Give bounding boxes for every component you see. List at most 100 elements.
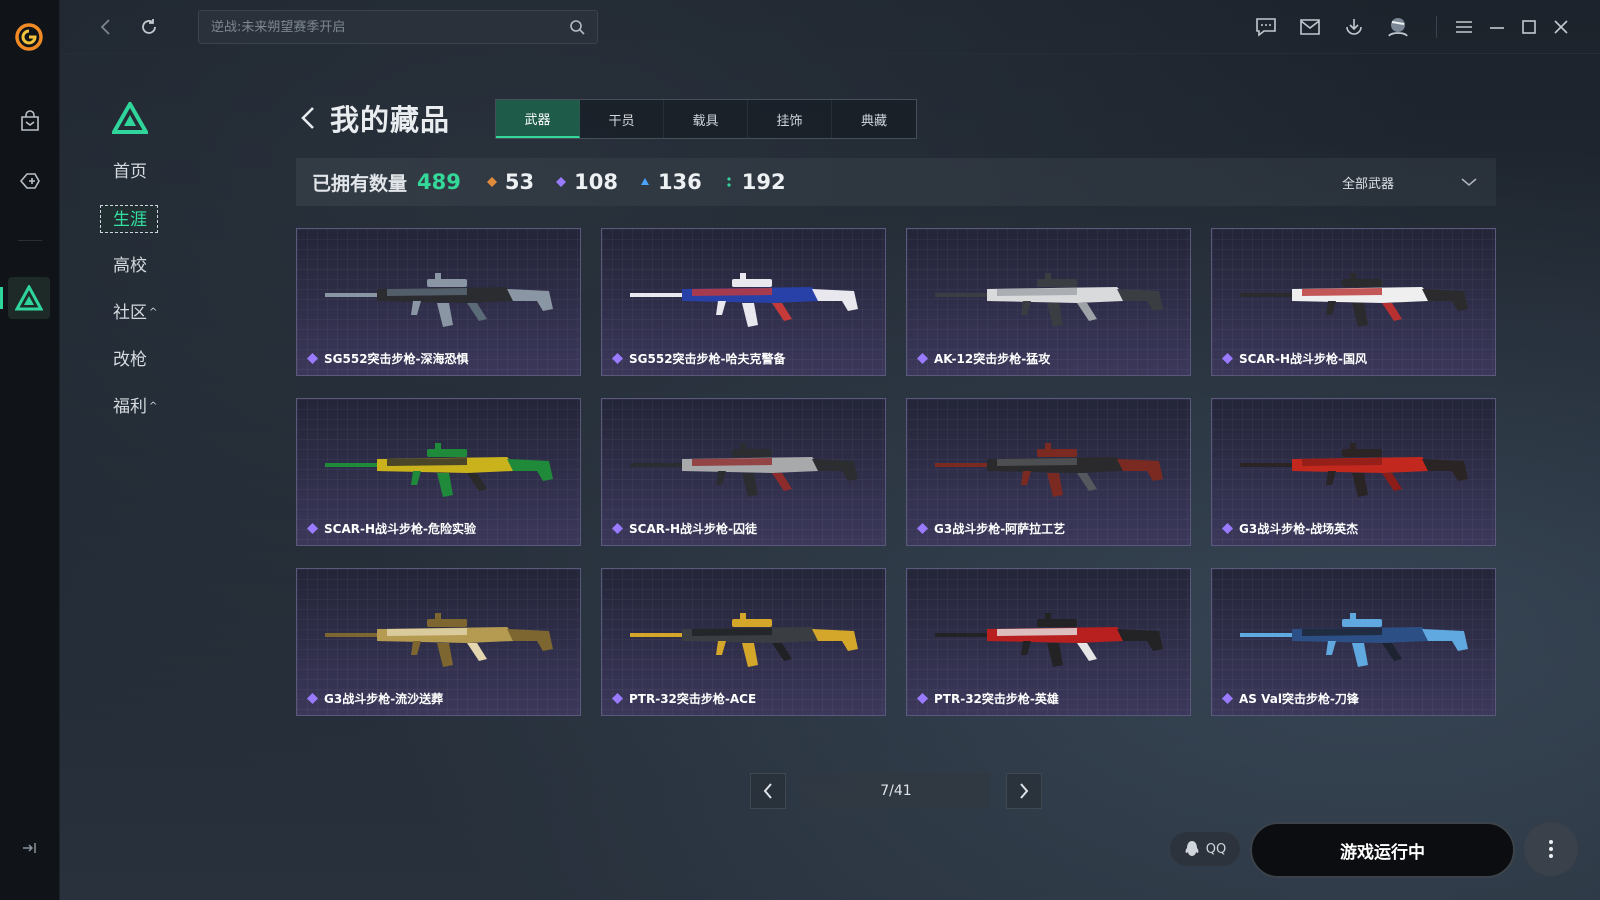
user-icon[interactable] xyxy=(1385,14,1411,40)
rarity-purple-icon xyxy=(1222,353,1233,364)
nav-item-community[interactable]: 社区 ^ xyxy=(100,299,220,327)
more-options-icon[interactable] xyxy=(1524,822,1578,876)
chevron-up-icon: ^ xyxy=(149,307,158,318)
weapon-card[interactable]: PTR-32突击步枪-英雄 xyxy=(906,568,1191,716)
rarity-count-value: 136 xyxy=(657,170,702,194)
chat-icon[interactable] xyxy=(1253,14,1279,40)
weapon-name: G3战斗步枪-战场英杰 xyxy=(1222,520,1358,537)
weapon-rifle-icon xyxy=(325,443,553,497)
mail-icon[interactable] xyxy=(1297,14,1323,40)
weapon-rifle-icon xyxy=(935,613,1163,667)
weapon-card[interactable]: AK-12突击步枪-猛攻 xyxy=(906,228,1191,376)
download-icon[interactable] xyxy=(1341,14,1367,40)
tab-vehicles[interactable]: 载具 xyxy=(664,100,748,138)
weapon-card[interactable]: SG552突击步枪-深海恐惧 xyxy=(296,228,581,376)
store-bag-icon[interactable] xyxy=(15,106,45,136)
weapon-rifle-icon xyxy=(935,273,1163,327)
owned-count-label: 已拥有数量 xyxy=(312,172,408,195)
game-running-button[interactable]: 游戏运行中 xyxy=(1250,822,1515,878)
nav-item-career[interactable]: 生涯 xyxy=(100,205,158,233)
back-chevron-icon[interactable] xyxy=(296,103,320,133)
weapon-name-label: AS Val突击步枪-刀锋 xyxy=(1239,692,1359,706)
weapon-name: AS Val突击步枪-刀锋 xyxy=(1222,690,1359,707)
close-icon[interactable] xyxy=(1548,14,1574,40)
rarity-purple-icon xyxy=(1222,693,1233,704)
nav-item-gunsmith[interactable]: 改枪 xyxy=(100,346,220,374)
minimize-icon[interactable] xyxy=(1484,14,1510,40)
owned-count-total: 489 xyxy=(417,170,461,194)
weapon-rifle-icon xyxy=(935,443,1163,497)
weapon-name-label: G3战斗步枪-流沙送葬 xyxy=(324,692,444,706)
weapon-card[interactable]: SCAR-H战斗步枪-国风 xyxy=(1211,228,1496,376)
game-logo-icon xyxy=(112,102,148,134)
nav-item-home[interactable]: 首页 xyxy=(100,158,220,186)
chevron-up-icon: ^ xyxy=(149,401,158,412)
page-title: 我的藏品 xyxy=(330,103,451,137)
game-shortcut-icon[interactable] xyxy=(8,277,50,319)
tab-charms[interactable]: 挂饰 xyxy=(748,100,832,138)
weapon-filter-dropdown[interactable]: 全部武器 xyxy=(1328,166,1478,198)
weapon-name-label: SG552突击步枪-哈夫克警备 xyxy=(629,352,786,366)
nav-item-campus[interactable]: 高校 xyxy=(100,252,220,280)
chevron-right-icon xyxy=(1020,783,1029,799)
weapon-card[interactable]: AS Val突击步枪-刀锋 xyxy=(1211,568,1496,716)
refresh-icon[interactable] xyxy=(136,14,162,40)
tab-operators[interactable]: 干员 xyxy=(580,100,664,138)
rarity-purple-icon xyxy=(307,693,318,704)
rarity-orange-icon xyxy=(486,177,497,187)
collection-grid: SG552突击步枪-深海恐惧 SG552突击步枪-哈夫克警备 AK-12突击步枪-猛… xyxy=(296,228,1496,716)
tag-add-icon[interactable] xyxy=(15,166,45,196)
filter-label: 全部武器 xyxy=(1342,176,1395,192)
search-input[interactable] xyxy=(211,19,569,35)
weapon-card[interactable]: G3战斗步枪-流沙送葬 xyxy=(296,568,581,716)
qq-penguin-icon xyxy=(1185,841,1199,856)
nav-item-rewards[interactable]: 福利 ^ xyxy=(100,393,220,421)
weapon-name-label: PTR-32突击步枪-ACE xyxy=(629,692,757,706)
rarity-count-value: 192 xyxy=(741,170,786,194)
weapon-rifle-icon xyxy=(630,613,858,667)
nav-item-label: 生涯 xyxy=(113,210,147,230)
weapon-rifle-icon xyxy=(1240,443,1468,497)
page-indicator: 7/41 xyxy=(802,773,990,809)
rarity-blue-icon xyxy=(640,178,649,185)
next-page-button[interactable] xyxy=(1006,773,1042,809)
weapon-card[interactable]: SCAR-H战斗步枪-囚徒 xyxy=(601,398,886,546)
search-icon[interactable] xyxy=(569,19,585,35)
weapon-card[interactable]: SG552突击步枪-哈夫克警备 xyxy=(601,228,886,376)
rarity-count: 192 xyxy=(724,170,786,194)
back-icon[interactable] xyxy=(93,14,119,40)
menu-icon[interactable] xyxy=(1451,14,1477,40)
rarity-purple-icon xyxy=(1222,523,1233,534)
qq-button[interactable]: QQ xyxy=(1170,832,1240,866)
weapon-rifle-icon xyxy=(325,613,553,667)
weapon-name-label: G3战斗步枪-阿萨拉工艺 xyxy=(934,522,1066,536)
maximize-icon[interactable] xyxy=(1516,14,1542,40)
prev-page-button[interactable] xyxy=(750,773,786,809)
collapse-rail-icon[interactable] xyxy=(19,838,39,858)
weapon-rifle-icon xyxy=(1240,273,1468,327)
rail-divider xyxy=(18,240,42,241)
qq-label: QQ xyxy=(1205,841,1227,857)
weapon-rifle-icon xyxy=(325,273,553,327)
weapon-name: PTR-32突击步枪-ACE xyxy=(612,690,756,707)
rarity-count: 108 xyxy=(556,170,618,194)
app-logo-icon[interactable] xyxy=(14,22,44,52)
weapon-name: SG552突击步枪-深海恐惧 xyxy=(307,350,469,367)
weapon-name: G3战斗步枪-流沙送葬 xyxy=(307,690,443,707)
weapon-card[interactable]: G3战斗步枪-战场英杰 xyxy=(1211,398,1496,546)
rarity-purple-icon xyxy=(917,353,928,364)
top-bar xyxy=(60,0,1600,54)
rarity-count: 136 xyxy=(640,170,702,194)
weapon-card[interactable]: PTR-32突击步枪-ACE xyxy=(601,568,886,716)
tab-weapons[interactable]: 武器 xyxy=(496,100,580,138)
rarity-purple-icon xyxy=(556,177,567,187)
rarity-count: 53 xyxy=(486,170,534,194)
weapon-card[interactable]: G3战斗步枪-阿萨拉工艺 xyxy=(906,398,1191,546)
weapon-name-label: G3战斗步枪-战场英杰 xyxy=(1239,522,1359,536)
tab-collection[interactable]: 典藏 xyxy=(832,100,916,138)
rail-active-indicator xyxy=(0,287,3,309)
weapon-card[interactable]: SCAR-H战斗步枪-危险实验 xyxy=(296,398,581,546)
chevron-left-icon xyxy=(763,783,772,799)
weapon-rifle-icon xyxy=(1240,613,1468,667)
search-box[interactable] xyxy=(198,10,598,44)
